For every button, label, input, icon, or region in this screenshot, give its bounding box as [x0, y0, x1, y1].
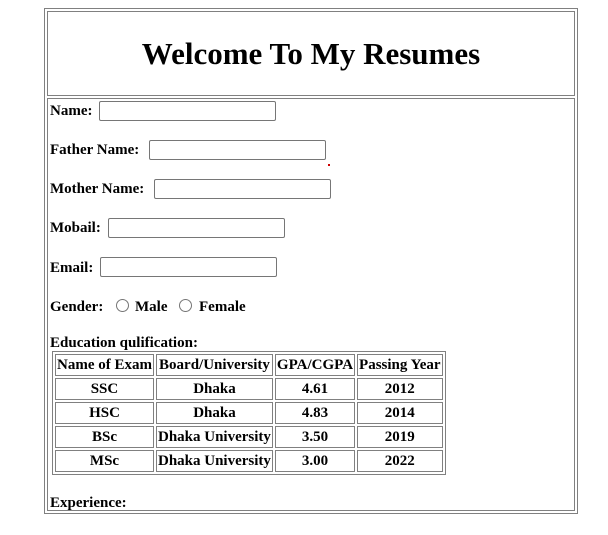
column-header: Name of Exam: [55, 354, 154, 376]
table-row: HSC Dhaka 4.83 2014: [55, 402, 443, 424]
table-cell: 2022: [357, 450, 443, 472]
table-cell: SSC: [55, 378, 154, 400]
education-table: Name of Exam Board/University GPA/CGPA P…: [52, 351, 446, 475]
table-row: SSC Dhaka 4.61 2012: [55, 378, 443, 400]
table-cell: 3.50: [274, 426, 356, 448]
name-label: Name:: [50, 103, 93, 119]
table-cell: Dhaka University: [155, 426, 273, 448]
table-header-row: Name of Exam Board/University GPA/CGPA P…: [55, 354, 443, 376]
email-label: Email:: [50, 260, 94, 276]
gender-female-radio[interactable]: [179, 299, 192, 312]
mobile-field[interactable]: [108, 218, 285, 238]
table-cell: Dhaka: [155, 378, 273, 400]
table-cell: Dhaka University: [155, 450, 273, 472]
table-cell: 3.00: [274, 450, 356, 472]
name-field[interactable]: [99, 101, 276, 121]
gender-male-radio[interactable]: [116, 299, 129, 312]
father-name-label: Father Name:: [50, 142, 140, 158]
form-cell: Name: Father Name: Mother Name: Mobail: …: [47, 98, 575, 511]
resume-outer-table: Welcome To My Resumes Name: Father Name:…: [44, 8, 578, 514]
stray-mark: [328, 164, 330, 166]
father-name-field[interactable]: [149, 140, 326, 160]
gender-male-label: Male: [135, 299, 168, 315]
table-cell: 2014: [357, 402, 443, 424]
table-row: BSc Dhaka University 3.50 2019: [55, 426, 443, 448]
page-title: Welcome To My Resumes: [141, 36, 481, 71]
education-heading: Education qulification:: [50, 335, 198, 351]
table-cell: BSc: [55, 426, 154, 448]
mobile-label: Mobail:: [50, 220, 101, 236]
table-cell: HSC: [55, 402, 154, 424]
mother-name-field[interactable]: [154, 179, 331, 199]
column-header: Board/University: [155, 354, 273, 376]
gender-female-label: Female: [199, 299, 246, 315]
column-header: GPA/CGPA: [274, 354, 356, 376]
table-cell: 4.83: [274, 402, 356, 424]
table-row: MSc Dhaka University 3.00 2022: [55, 450, 443, 472]
table-cell: MSc: [55, 450, 154, 472]
mother-name-label: Mother Name:: [50, 181, 145, 197]
column-header: Passing Year: [357, 354, 443, 376]
email-field[interactable]: [100, 257, 277, 277]
table-cell: 4.61: [274, 378, 356, 400]
table-cell: Dhaka: [155, 402, 273, 424]
table-cell: 2012: [357, 378, 443, 400]
experience-label: Experience:: [50, 495, 127, 511]
table-cell: 2019: [357, 426, 443, 448]
gender-label: Gender:: [50, 299, 104, 315]
header-cell: Welcome To My Resumes: [47, 11, 575, 96]
